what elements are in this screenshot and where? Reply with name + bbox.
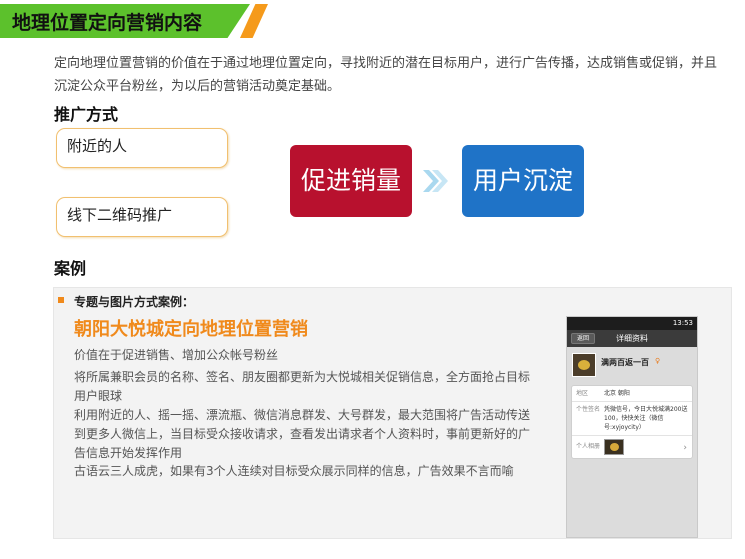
phone-screenshot: 13:53 返回 详细资料 满两百返一百 ♀ 地区 北京 朝阳 个性签名 凭微信… [566,316,698,538]
case-heading: 案例 [54,259,87,278]
signature-label: 个性签名 [576,406,601,413]
case-paragraph: 利用附近的人、摇一摇、漂流瓶、微信消息群发、大号群发，最大范围将广告活动传送到更… [74,408,531,460]
female-icon: ♀ [655,357,661,365]
case-paragraph: 将所属兼职会员的名称、签名、朋友圈都更新为大悦城相关促销信息，全方面抢占目标用户… [74,370,531,403]
case-subheading: 专题与图片方式案例： [60,293,194,310]
region-value: 北京 朝阳 [604,390,630,397]
case-subheading-text: 专题与图片方式案例： [74,295,195,309]
profile-name: 满两百返一百 [601,358,649,367]
method-offline-qrcode: 线下二维码推广 [56,197,228,237]
region-label: 地区 [576,390,589,397]
flow-user-retention: 用户沉淀 [462,145,584,217]
phone-nav-title: 详细资料 [616,334,648,343]
flow-boost-sales: 促进销量 [290,145,412,217]
header-banner: 地理位置定向营销内容 [0,4,270,38]
case-title: 朝阳大悦城定向地理位置营销 [74,319,308,340]
intro-paragraph: 定向地理位置营销的价值在于通过地理位置定向，寻找附近的潜在目标用户，进行广告传播… [54,56,718,94]
phone-info-card: 地区 北京 朝阳 个性签名 凭微信号，今日大悦城满200送100，快快关注（微信… [571,385,693,459]
signature-value: 凭微信号，今日大悦城满200送100，快快关注（微信号:xyjoycity） [604,406,688,431]
album-row: 个人相册 › [572,436,692,458]
page-title: 地理位置定向营销内容 [12,12,203,34]
phone-profile-row: 满两百返一百 ♀ [567,347,697,385]
phone-nav-bar: 返回 详细资料 [567,330,697,347]
double-chevron-right-icon [423,170,448,192]
method-nearby-people: 附近的人 [56,128,228,168]
avatar [572,353,596,377]
region-row: 地区 北京 朝阳 [572,386,692,402]
signature-row: 个性签名 凭微信号，今日大悦城满200送100，快快关注（微信号:xyjoyci… [572,402,692,436]
promotion-heading: 推广方式 [54,105,119,124]
album-label: 个人相册 [576,443,601,450]
chevron-right-icon: › [683,443,687,453]
phone-status-bar: 13:53 [567,317,697,330]
case-paragraph: 古语云三人成虎，如果有3个人连续对目标受众展示同样的信息，广告效果不言而喻 [74,464,514,478]
phone-time: 13:53 [672,319,693,327]
case-paragraph: 价值在于促进销售、增加公众帐号粉丝 [74,348,279,362]
album-thumbnail [604,439,624,455]
